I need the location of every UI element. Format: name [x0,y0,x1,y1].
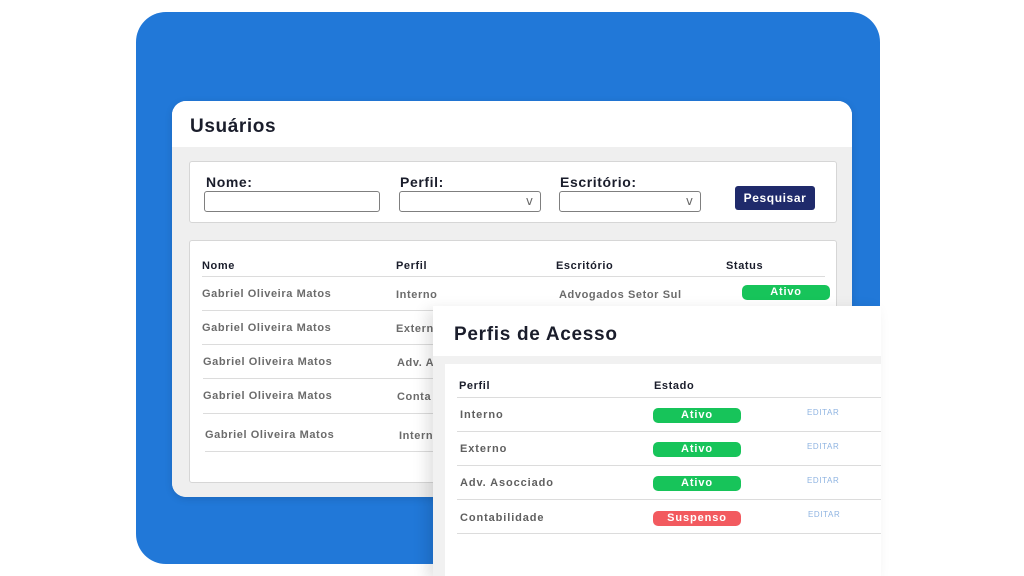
row-nome: Gabriel Oliveira Matos [202,288,332,300]
row-perfil: Contabilidade [460,512,545,524]
escritorio-label: Escritório: [560,174,637,190]
users-header: Usuários [172,101,852,147]
perfis-table: Perfil Estado Interno Ativo EDITAR Exter… [445,364,881,576]
nome-label: Nome: [206,174,253,190]
chevron-down-icon: v [685,194,693,208]
row-nome: Gabriel Oliveira Matos [203,390,333,402]
row-divider [457,431,881,432]
row-nome: Gabriel Oliveira Matos [205,429,335,441]
escritorio-select[interactable]: v [559,191,701,212]
row-nome: Gabriel Oliveira Matos [202,322,332,334]
row-perfil: Extern [396,323,434,335]
column-header-perfil: Perfil [396,260,428,272]
edit-link[interactable]: EDITAR [807,476,839,485]
perfis-title: Perfis de Acesso [454,324,618,345]
column-header-perfil: Perfil [459,380,491,392]
row-perfil: Adv. A [397,357,435,369]
filter-form: Nome: Perfil: v Escritório: v Pesquisar [189,161,837,223]
edit-link[interactable]: EDITAR [808,510,840,519]
users-title: Usuários [190,116,277,137]
row-divider [457,533,881,534]
edit-link[interactable]: EDITAR [807,408,839,417]
chevron-down-icon: v [525,194,533,208]
nome-input[interactable] [204,191,380,212]
row-perfil: Interno [396,289,438,301]
row-perfil: Intern [399,430,434,442]
status-badge: Ativo [653,442,741,457]
row-escritorio: Advogados Setor Sul [559,289,682,301]
perfil-label: Perfil: [400,174,444,190]
status-badge: Suspenso [653,511,741,526]
status-badge: Ativo [653,408,741,423]
perfis-panel: Perfis de Acesso Perfil Estado Interno A… [433,306,881,576]
header-divider [202,276,825,277]
column-header-status: Status [726,260,764,272]
row-perfil: Interno [460,409,504,421]
row-divider [457,499,881,500]
search-button[interactable]: Pesquisar [735,186,815,210]
status-badge: Ativo [653,476,741,491]
row-perfil: Adv. Asocciado [460,477,554,489]
row-perfil: Externo [460,443,508,455]
column-header-escritorio: Escritório [556,260,614,272]
edit-link[interactable]: EDITAR [807,442,839,451]
column-header-nome: Nome [202,260,235,272]
row-perfil: Conta [397,391,432,403]
perfis-body: Perfil Estado Interno Ativo EDITAR Exter… [433,356,881,576]
row-divider [457,465,881,466]
row-nome: Gabriel Oliveira Matos [203,356,333,368]
header-divider [457,397,881,398]
column-header-estado: Estado [654,380,695,392]
perfil-select[interactable]: v [399,191,541,212]
status-badge: Ativo [742,285,830,300]
